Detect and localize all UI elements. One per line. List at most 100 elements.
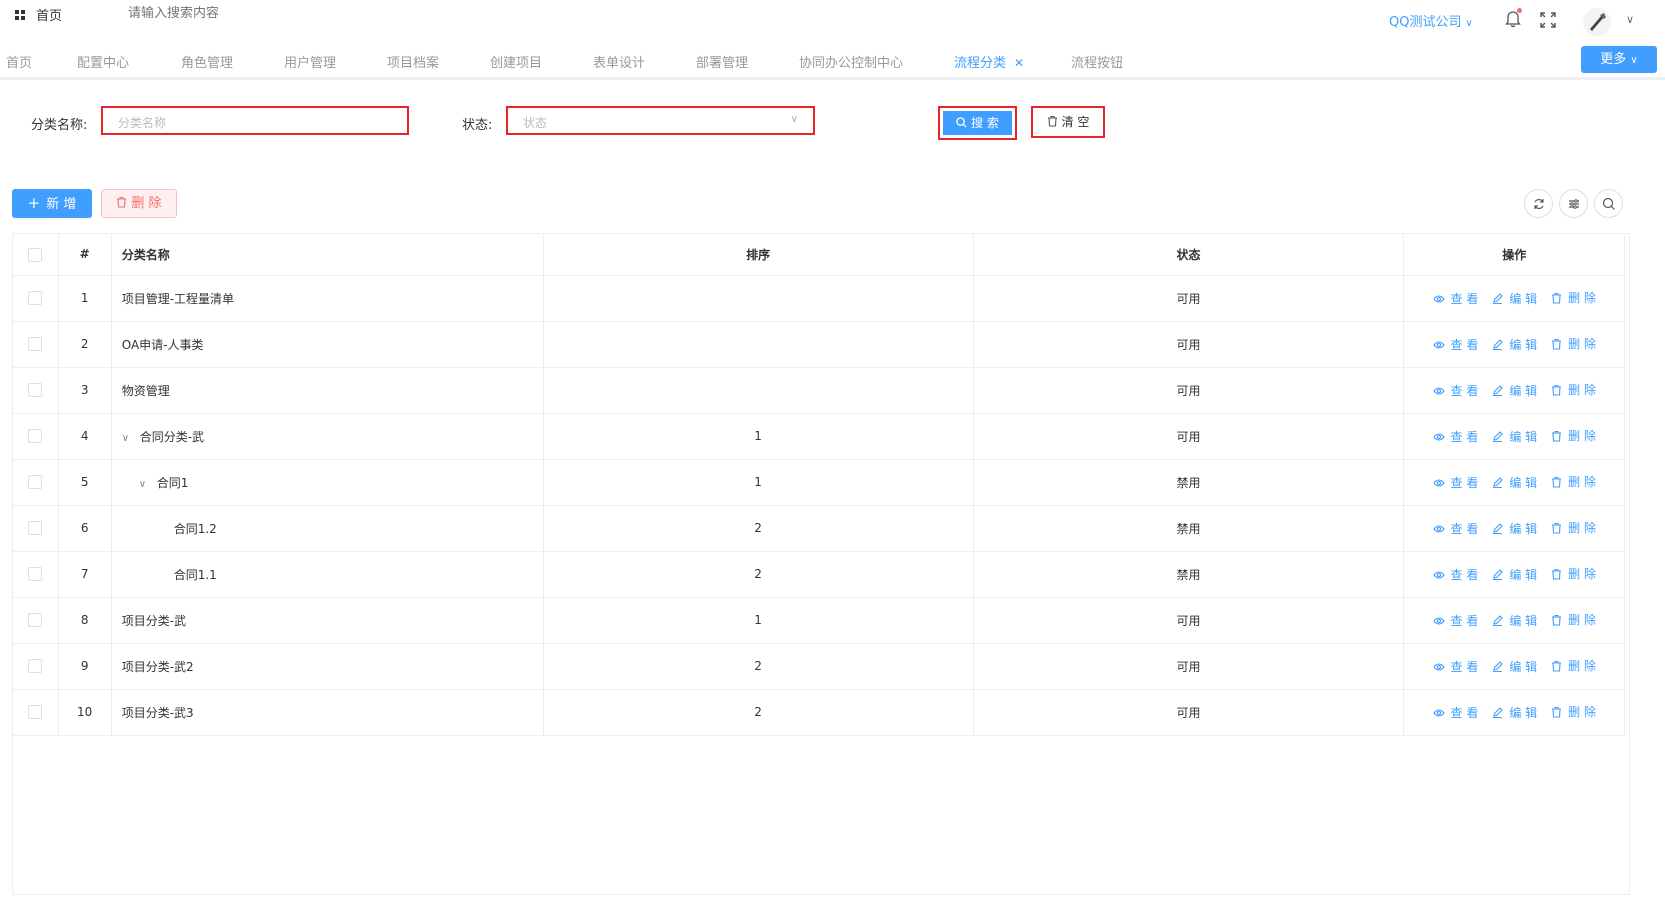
expand-chevron-icon[interactable]: ∨	[122, 433, 134, 444]
chevron-down-icon: ∨	[790, 114, 798, 125]
delete-row-button[interactable]: 删 除	[1551, 381, 1596, 398]
trash-icon	[1552, 660, 1562, 672]
row-checkbox[interactable]	[28, 521, 43, 536]
add-button[interactable]: + 新 增	[12, 189, 92, 218]
select-all-checkbox-cell[interactable]	[13, 234, 59, 276]
toggle-search-button[interactable]	[1594, 189, 1623, 218]
row-checkbox[interactable]	[28, 613, 43, 628]
view-button[interactable]: 查 看	[1432, 566, 1478, 583]
home-link[interactable]: 首页	[36, 5, 62, 24]
more-button[interactable]: 更多 ∨	[1581, 46, 1657, 73]
row-actions: 查 看编 辑删 除	[1403, 689, 1625, 736]
row-checkbox-cell[interactable]	[13, 367, 59, 414]
delete-row-button[interactable]: 删 除	[1551, 335, 1596, 352]
edit-button[interactable]: 编 辑	[1492, 382, 1537, 399]
row-checkbox-cell[interactable]	[13, 275, 59, 322]
view-button[interactable]: 查 看	[1432, 704, 1478, 721]
row-checkbox-cell[interactable]	[13, 597, 59, 644]
eye-icon	[1432, 478, 1445, 487]
delete-row-button[interactable]: 删 除	[1551, 565, 1596, 582]
view-button[interactable]: 查 看	[1432, 612, 1478, 629]
row-checkbox[interactable]	[28, 659, 43, 674]
tab-create-project[interactable]: 创建项目	[490, 52, 542, 71]
row-checkbox-cell[interactable]	[13, 689, 59, 736]
row-checkbox-cell[interactable]	[13, 643, 59, 690]
grid-menu-icon[interactable]	[15, 10, 25, 20]
tab-config-center[interactable]: 配置中心	[77, 52, 129, 71]
row-checkbox[interactable]	[28, 291, 43, 306]
avatar[interactable]	[1583, 8, 1611, 36]
clear-button-label: 清 空	[1061, 115, 1090, 129]
row-index: 6	[58, 505, 112, 552]
row-checkbox-cell[interactable]	[13, 321, 59, 368]
chevron-down-icon[interactable]: ∨	[1626, 13, 1634, 26]
row-checkbox-cell[interactable]	[13, 459, 59, 506]
view-label: 查 看	[1450, 660, 1479, 674]
delete-row-button[interactable]: 删 除	[1551, 519, 1596, 536]
edit-button[interactable]: 编 辑	[1492, 474, 1537, 491]
status-select[interactable]: 状态 ∨	[506, 106, 815, 135]
tab-collab-office-center[interactable]: 协同办公控制中心	[799, 52, 903, 71]
delete-row-button[interactable]: 删 除	[1551, 473, 1596, 490]
tab-process-category[interactable]: 流程分类 ✕	[954, 52, 1024, 71]
fullscreen-icon[interactable]	[1540, 12, 1556, 28]
view-button[interactable]: 查 看	[1432, 428, 1478, 445]
delete-row-button[interactable]: 删 除	[1551, 703, 1596, 720]
tab-deploy-management[interactable]: 部署管理	[696, 52, 748, 71]
view-button[interactable]: 查 看	[1432, 336, 1478, 353]
tab-role-management[interactable]: 角色管理	[181, 52, 233, 71]
global-search-input[interactable]	[128, 6, 328, 21]
expand-chevron-icon[interactable]: ∨	[139, 479, 151, 490]
tab-form-design[interactable]: 表单设计	[593, 52, 645, 71]
close-icon[interactable]: ✕	[1014, 56, 1024, 70]
delete-label: 删 除	[1568, 429, 1596, 443]
row-checkbox-cell[interactable]	[13, 413, 59, 460]
edit-button[interactable]: 编 辑	[1492, 428, 1537, 445]
view-button[interactable]: 查 看	[1432, 520, 1478, 537]
delete-row-button[interactable]: 删 除	[1551, 611, 1596, 628]
row-checkbox-cell[interactable]	[13, 505, 59, 552]
delete-row-button[interactable]: 删 除	[1551, 657, 1596, 674]
row-checkbox[interactable]	[28, 429, 43, 444]
view-button[interactable]: 查 看	[1432, 474, 1478, 491]
bell-icon[interactable]	[1505, 8, 1522, 28]
edit-button[interactable]: 编 辑	[1492, 704, 1537, 721]
edit-button[interactable]: 编 辑	[1492, 612, 1537, 629]
delete-row-button[interactable]: 删 除	[1551, 289, 1596, 306]
category-name-input[interactable]: 分类名称	[101, 106, 409, 135]
row-order	[543, 367, 974, 414]
row-checkbox[interactable]	[28, 567, 43, 582]
row-checkbox[interactable]	[28, 383, 43, 398]
edit-icon	[1493, 476, 1504, 488]
search-button[interactable]: 搜 索	[938, 106, 1017, 140]
tab-process-button[interactable]: 流程按钮	[1071, 52, 1123, 71]
view-button[interactable]: 查 看	[1432, 290, 1478, 307]
edit-button[interactable]: 编 辑	[1492, 290, 1537, 307]
column-header-order: 排序	[543, 234, 974, 276]
tab-project-archive[interactable]: 项目档案	[387, 52, 439, 71]
row-checkbox[interactable]	[28, 705, 43, 720]
row-checkbox-cell[interactable]	[13, 551, 59, 598]
status-placeholder: 状态	[523, 116, 548, 130]
edit-button[interactable]: 编 辑	[1492, 566, 1537, 583]
view-button[interactable]: 查 看	[1432, 658, 1479, 675]
row-name-cell: 项目分类-武	[111, 597, 544, 644]
category-name-placeholder: 分类名称	[118, 116, 167, 130]
tab-bar: 首页 配置中心 角色管理 用户管理 项目档案 创建项目 表单设计 部署管理 协同…	[0, 44, 1665, 80]
view-button[interactable]: 查 看	[1432, 382, 1478, 399]
trash-icon	[1552, 292, 1562, 304]
delete-button[interactable]: 删 除	[101, 189, 177, 218]
edit-button[interactable]: 编 辑	[1492, 520, 1537, 537]
delete-row-button[interactable]: 删 除	[1551, 427, 1596, 444]
column-settings-button[interactable]	[1559, 189, 1588, 218]
select-all-checkbox[interactable]	[28, 247, 43, 262]
tab-user-management[interactable]: 用户管理	[284, 52, 336, 71]
company-selector[interactable]: QQ测试公司 ∨	[1389, 11, 1473, 30]
row-checkbox[interactable]	[28, 337, 43, 352]
refresh-button[interactable]	[1524, 189, 1553, 218]
row-checkbox[interactable]	[28, 475, 43, 490]
clear-button[interactable]: 清 空	[1031, 106, 1105, 138]
tab-home[interactable]: 首页	[6, 52, 32, 71]
edit-button[interactable]: 编 辑	[1492, 336, 1537, 353]
edit-button[interactable]: 编 辑	[1492, 658, 1537, 675]
